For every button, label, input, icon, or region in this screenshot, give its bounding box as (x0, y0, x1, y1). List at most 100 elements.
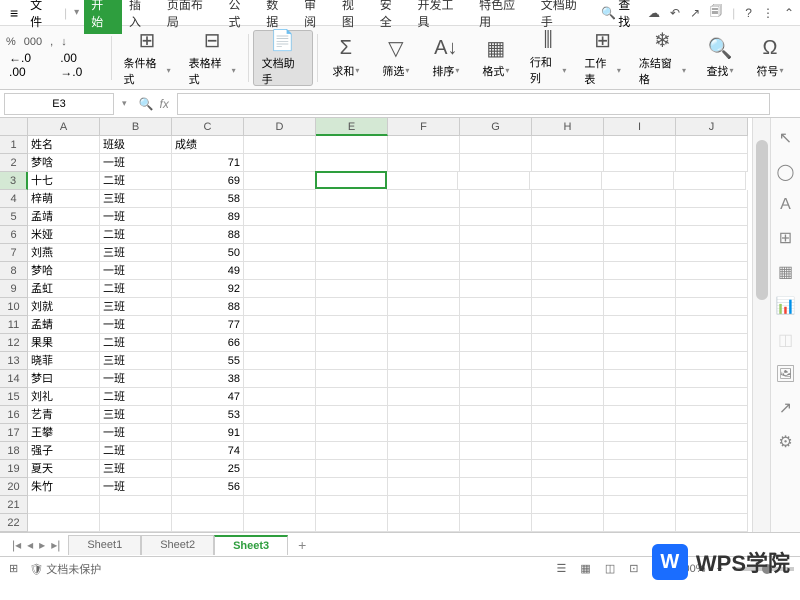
row-header-5[interactable]: 5 (0, 208, 28, 226)
cell-D8[interactable] (244, 262, 316, 280)
ribbon-btn-条件格式[interactable]: ⊞条件格式▾ (116, 30, 179, 86)
cell-F4[interactable] (388, 190, 460, 208)
search-link[interactable]: 🔍 查找 (597, 0, 646, 30)
cell-I3[interactable] (602, 172, 674, 190)
cell-B9[interactable]: 二班 (100, 280, 172, 298)
cell-A8[interactable]: 梦哈 (28, 262, 100, 280)
row-header-4[interactable]: 4 (0, 190, 28, 208)
cell-H21[interactable] (532, 496, 604, 514)
style-icon[interactable]: A (780, 196, 791, 214)
cell-A15[interactable]: 刘礼 (28, 388, 100, 406)
cell-F13[interactable] (388, 352, 460, 370)
cell-I17[interactable] (604, 424, 676, 442)
ribbon-btn-求和[interactable]: Σ求和▾ (322, 30, 370, 86)
export-icon[interactable]: ↗ (779, 398, 792, 418)
cell-G9[interactable] (460, 280, 532, 298)
thousand-format[interactable]: 000 (24, 36, 42, 48)
cell-E10[interactable] (316, 298, 388, 316)
ribbon-btn-查找[interactable]: 🔍查找▾ (696, 30, 744, 86)
row-header-18[interactable]: 18 (0, 442, 28, 460)
grid[interactable]: ABCDEFGHIJ 1姓名班级成绩2梦唅一班713十七二班694梓萌三班585… (0, 118, 752, 532)
cell-J3[interactable] (674, 172, 746, 190)
col-header-I[interactable]: I (604, 118, 676, 136)
ribbon-btn-冻结窗格[interactable]: ❄冻结窗格▾ (631, 30, 694, 86)
cell-B10[interactable]: 三班 (100, 298, 172, 316)
row-header-22[interactable]: 22 (0, 514, 28, 532)
cell-A9[interactable]: 孟虹 (28, 280, 100, 298)
row-header-9[interactable]: 9 (0, 280, 28, 298)
undo-icon[interactable]: ↶ (670, 6, 680, 20)
cell-J7[interactable] (676, 244, 748, 262)
cell-I12[interactable] (604, 334, 676, 352)
row-header-1[interactable]: 1 (0, 136, 28, 154)
cell-G16[interactable] (460, 406, 532, 424)
cell-D2[interactable] (244, 154, 316, 172)
cell-C16[interactable]: 53 (172, 406, 244, 424)
cell-B18[interactable]: 二班 (100, 442, 172, 460)
cell-G3[interactable] (458, 172, 530, 190)
cell-H5[interactable] (532, 208, 604, 226)
ribbon-btn-排序[interactable]: A↓排序▾ (422, 30, 470, 86)
cell-D4[interactable] (244, 190, 316, 208)
cell-J12[interactable] (676, 334, 748, 352)
cell-B16[interactable]: 三班 (100, 406, 172, 424)
cell-I6[interactable] (604, 226, 676, 244)
col-header-B[interactable]: B (100, 118, 172, 136)
cell-A14[interactable]: 梦曰 (28, 370, 100, 388)
last-sheet-icon[interactable]: ▸| (51, 538, 60, 552)
share-icon[interactable]: ↗ (690, 6, 700, 20)
cell-F6[interactable] (388, 226, 460, 244)
cell-E11[interactable] (316, 316, 388, 334)
cell-C18[interactable]: 74 (172, 442, 244, 460)
cell-D9[interactable] (244, 280, 316, 298)
cell-I5[interactable] (604, 208, 676, 226)
cell-F3[interactable] (386, 172, 458, 190)
cell-H6[interactable] (532, 226, 604, 244)
cell-B15[interactable]: 二班 (100, 388, 172, 406)
cell-D15[interactable] (244, 388, 316, 406)
cell-A2[interactable]: 梦唅 (28, 154, 100, 172)
cell-F17[interactable] (388, 424, 460, 442)
cell-D3[interactable] (244, 172, 316, 190)
cell-I22[interactable] (604, 514, 676, 532)
vertical-scrollbar[interactable] (752, 118, 770, 532)
cell-H19[interactable] (532, 460, 604, 478)
cell-B12[interactable]: 二班 (100, 334, 172, 352)
cell-B6[interactable]: 二班 (100, 226, 172, 244)
cell-H16[interactable] (532, 406, 604, 424)
cell-B2[interactable]: 一班 (100, 154, 172, 172)
ribbon-btn-符号[interactable]: Ω符号▾ (746, 30, 794, 86)
row-header-10[interactable]: 10 (0, 298, 28, 316)
cell-D18[interactable] (244, 442, 316, 460)
cell-G14[interactable] (460, 370, 532, 388)
cell-H18[interactable] (532, 442, 604, 460)
cell-C14[interactable]: 38 (172, 370, 244, 388)
select-icon[interactable]: ↖ (779, 128, 792, 148)
cell-F14[interactable] (388, 370, 460, 388)
cell-D11[interactable] (244, 316, 316, 334)
cell-G21[interactable] (460, 496, 532, 514)
ribbon-tab-6[interactable]: 视图 (335, 0, 373, 34)
percent-format[interactable]: % (6, 36, 16, 48)
cell-E7[interactable] (316, 244, 388, 262)
cell-G12[interactable] (460, 334, 532, 352)
cell-F15[interactable] (388, 388, 460, 406)
cell-A11[interactable]: 孟蜻 (28, 316, 100, 334)
cell-F9[interactable] (388, 280, 460, 298)
cell-H7[interactable] (532, 244, 604, 262)
cell-D10[interactable] (244, 298, 316, 316)
col-header-E[interactable]: E (316, 118, 388, 136)
cell-A3[interactable]: 十七 (28, 172, 100, 190)
cell-G1[interactable] (460, 136, 532, 154)
cell-B11[interactable]: 一班 (100, 316, 172, 334)
layers-icon[interactable]: ◫ (778, 330, 793, 350)
cell-B13[interactable]: 三班 (100, 352, 172, 370)
view-mode-1[interactable]: ☰ (554, 562, 570, 575)
shape-icon[interactable]: ◯ (777, 162, 795, 182)
cell-E15[interactable] (316, 388, 388, 406)
cell-I10[interactable] (604, 298, 676, 316)
cell-I15[interactable] (604, 388, 676, 406)
image-icon[interactable]: 🖼 (775, 364, 795, 384)
cell-A7[interactable]: 刘燕 (28, 244, 100, 262)
cell-J9[interactable] (676, 280, 748, 298)
